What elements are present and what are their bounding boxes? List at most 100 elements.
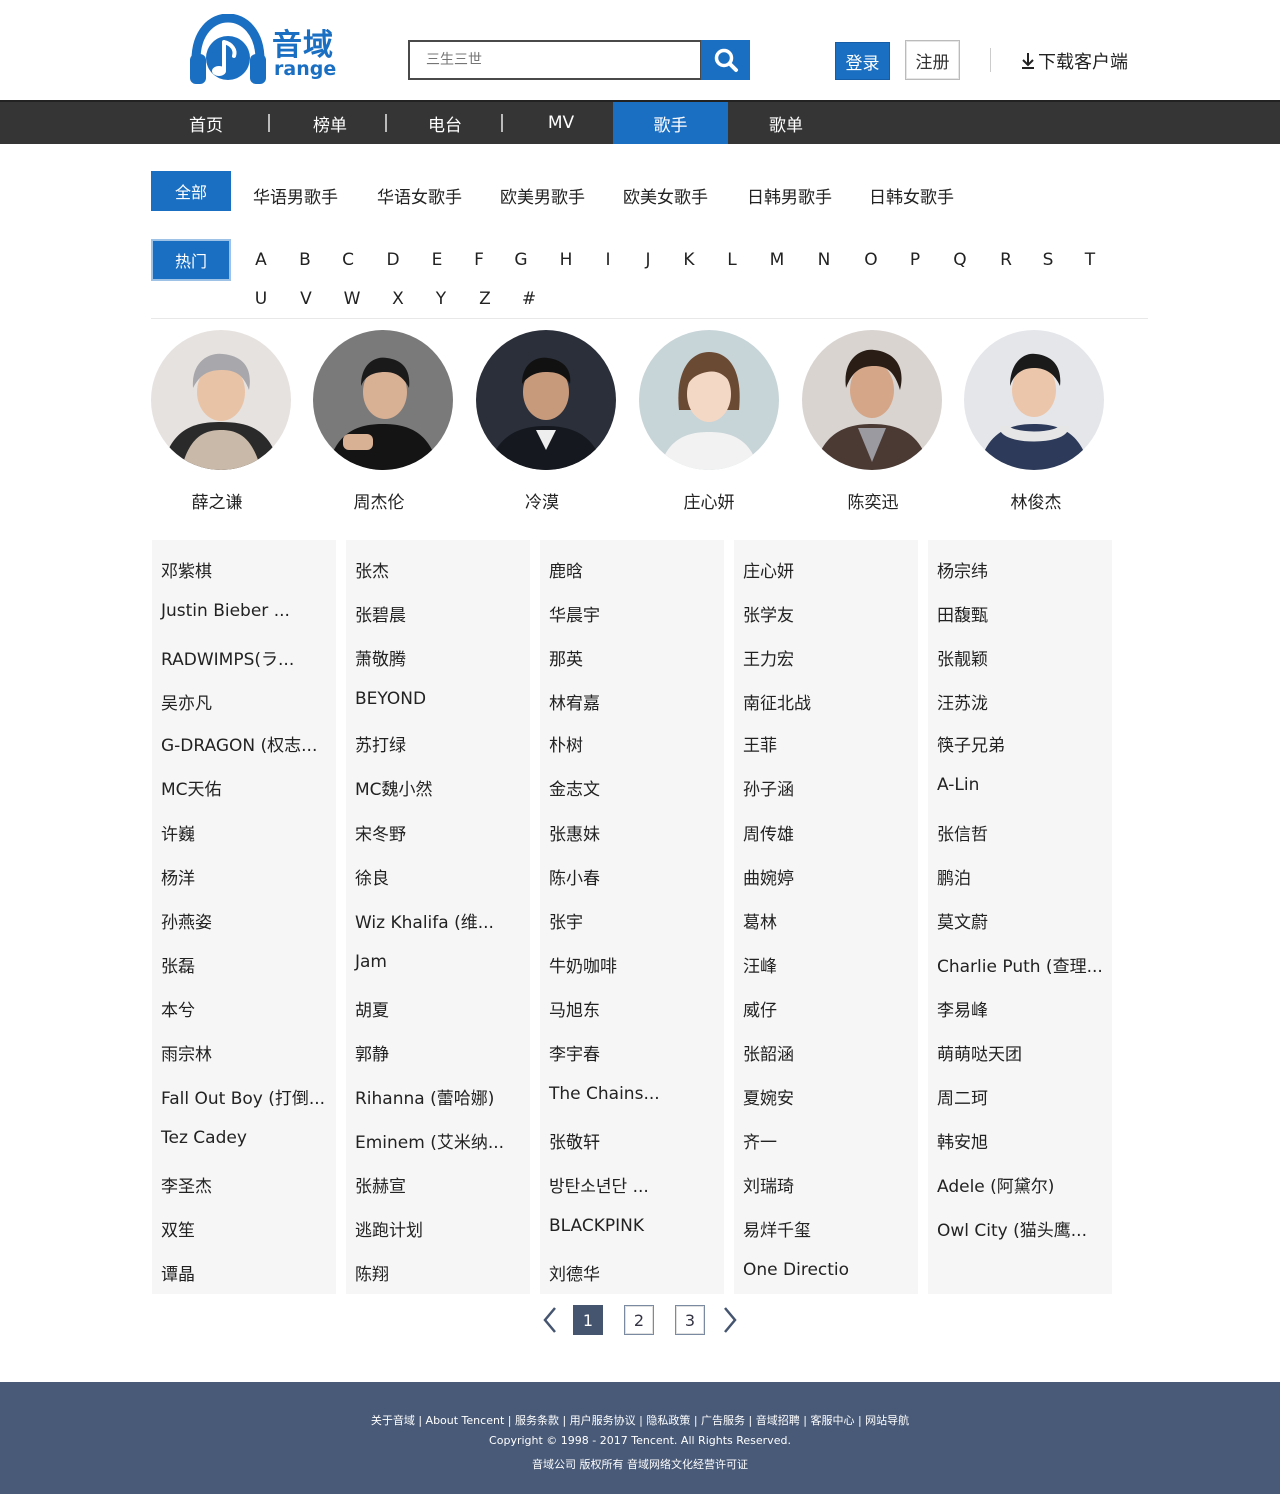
singer-list-item[interactable]: 田馥甄 [937,601,988,626]
letter-filter-m[interactable]: M [765,250,789,270]
singer-list-item[interactable]: Jam [355,952,387,972]
singer-list-item[interactable]: 杨宗纬 [937,557,988,582]
letter-filter-q[interactable]: Q [948,250,972,270]
category-item[interactable]: 日韩女歌手 [869,183,954,208]
letter-filter-a[interactable]: A [249,250,273,270]
singer-list-item[interactable]: Justin Bieber ... [161,601,290,621]
singer-list-item[interactable]: 本兮 [161,996,195,1021]
letter-filter-v[interactable]: V [294,289,318,309]
singer-list-item[interactable]: 韩安旭 [937,1128,988,1153]
page-2-button[interactable]: 2 [624,1305,654,1335]
singer-list-item[interactable]: 张韶涵 [743,1040,794,1065]
singer-list-item[interactable]: 鹏泊 [937,864,971,889]
letter-filter-u[interactable]: U [249,289,273,309]
prev-page-button[interactable] [540,1305,560,1335]
singer-list-item[interactable]: A-Lin [937,775,979,795]
letter-filter-f[interactable]: F [467,250,491,270]
singer-list-item[interactable]: Eminem (艾米纳... [355,1128,504,1153]
singer-list-item[interactable]: 汪峰 [743,952,777,977]
letter-filter-h[interactable]: H [554,250,578,270]
singer-list-item[interactable]: Charlie Puth (查理... [937,952,1103,977]
singer-list-item[interactable]: 孙子涵 [743,775,794,800]
singer-list-item[interactable]: 张宇 [549,908,583,933]
singer-avatar[interactable] [151,330,291,470]
singer-list-item[interactable]: 李易峰 [937,996,988,1021]
singer-list-item[interactable]: 曲婉婷 [743,864,794,889]
singer-list-item[interactable]: 李宇春 [549,1040,600,1065]
page-1-button[interactable]: 1 [573,1305,603,1335]
singer-list-item[interactable]: Tez Cadey [161,1128,247,1148]
singer-list-item[interactable]: Fall Out Boy (打倒... [161,1084,325,1109]
singer-list-item[interactable]: 谭晶 [161,1260,195,1285]
letter-filter-n[interactable]: N [812,250,836,270]
letter-filter-x[interactable]: X [386,289,410,309]
singer-list-item[interactable]: 周二珂 [937,1084,988,1109]
singer-list-item[interactable]: 张赫宣 [355,1172,406,1197]
nav-playlists[interactable]: 歌单 [730,102,842,144]
category-item[interactable]: 欧美女歌手 [623,183,708,208]
singer-list-item[interactable]: 邓紫棋 [161,557,212,582]
singer-list-item[interactable]: 张敬轩 [549,1128,600,1153]
singer-list-item[interactable]: 张靓颖 [937,645,988,670]
singer-list-item[interactable]: 庄心妍 [743,557,794,582]
singer-avatar[interactable] [476,330,616,470]
singer-list-item[interactable]: 王力宏 [743,645,794,670]
singer-avatar[interactable] [639,330,779,470]
singer-list-item[interactable]: 南征北战 [743,689,811,714]
singer-name[interactable]: 冷漠 [462,488,622,513]
nav-charts[interactable]: 榜单 [274,102,386,144]
singer-list-item[interactable]: 华晨宇 [549,601,600,626]
singer-list-item[interactable]: 郭静 [355,1040,389,1065]
singer-list-item[interactable]: Wiz Khalifa (维... [355,908,494,933]
singer-list-item[interactable]: RADWIMPS(ラ... [161,645,294,670]
singer-list-item[interactable]: 双笙 [161,1216,195,1241]
singer-list-item[interactable]: 张杰 [355,557,389,582]
letter-filter-j[interactable]: J [636,250,660,270]
letter-filter-c[interactable]: C [336,250,360,270]
logo[interactable]: 音域 range [188,14,348,90]
singer-list-item[interactable]: 陈小春 [549,864,600,889]
singer-list-item[interactable]: 筷子兄弟 [937,731,1005,756]
nav-mv[interactable]: MV [505,102,617,144]
letter-filter-g[interactable]: G [509,250,533,270]
singer-avatar[interactable] [964,330,1104,470]
singer-list-item[interactable]: 张学友 [743,601,794,626]
letter-filter-k[interactable]: K [677,250,701,270]
singer-list-item[interactable]: 齐一 [743,1128,777,1153]
singer-name[interactable]: 陈奕迅 [793,488,953,513]
singer-list-item[interactable]: 朴树 [549,731,583,756]
singer-list-item[interactable]: 孙燕姿 [161,908,212,933]
singer-name[interactable]: 周杰伦 [299,488,459,513]
singer-list-item[interactable]: 王菲 [743,731,777,756]
singer-avatar[interactable] [802,330,942,470]
singer-list-item[interactable]: 杨洋 [161,864,195,889]
singer-list-item[interactable]: 莫文蔚 [937,908,988,933]
singer-list-item[interactable]: 威仔 [743,996,777,1021]
search-input[interactable] [408,40,702,80]
singer-list-item[interactable]: MC天佑 [161,775,222,800]
singer-list-item[interactable]: 刘德华 [549,1260,600,1285]
singer-list-item[interactable]: 张碧晨 [355,601,406,626]
next-page-button[interactable] [720,1305,740,1335]
singer-list-item[interactable]: 易烊千玺 [743,1216,811,1241]
singer-list-item[interactable]: 周传雄 [743,820,794,845]
download-client-link[interactable]: 下载客户端 [1020,48,1128,74]
singer-list-item[interactable]: 张信哲 [937,820,988,845]
letter-filter-w[interactable]: W [340,289,364,309]
singer-list-item[interactable]: Adele (阿黛尔) [937,1172,1054,1197]
page-3-button[interactable]: 3 [675,1305,705,1335]
footer-links[interactable]: 关于音域 | About Tencent | 服务条款 | 用户服务协议 | 隐… [0,1412,1280,1428]
letter-filter-l[interactable]: L [720,250,744,270]
singer-list-item[interactable]: 苏打绿 [355,731,406,756]
letter-filter-r[interactable]: R [994,250,1018,270]
singer-list-item[interactable]: 金志文 [549,775,600,800]
singer-list-item[interactable]: Owl City (猫头鹰... [937,1216,1087,1241]
singer-list-item[interactable]: One Directio [743,1260,849,1280]
letter-filter-s[interactable]: S [1036,250,1060,270]
category-item[interactable]: 欧美男歌手 [500,183,585,208]
singer-list-item[interactable]: 张磊 [161,952,195,977]
singer-list-item[interactable]: 徐良 [355,864,389,889]
singer-list-item[interactable]: Rihanna (蕾哈娜) [355,1084,494,1109]
singer-list-item[interactable]: G-DRAGON (权志... [161,731,317,756]
letter-filter-o[interactable]: O [859,250,883,270]
